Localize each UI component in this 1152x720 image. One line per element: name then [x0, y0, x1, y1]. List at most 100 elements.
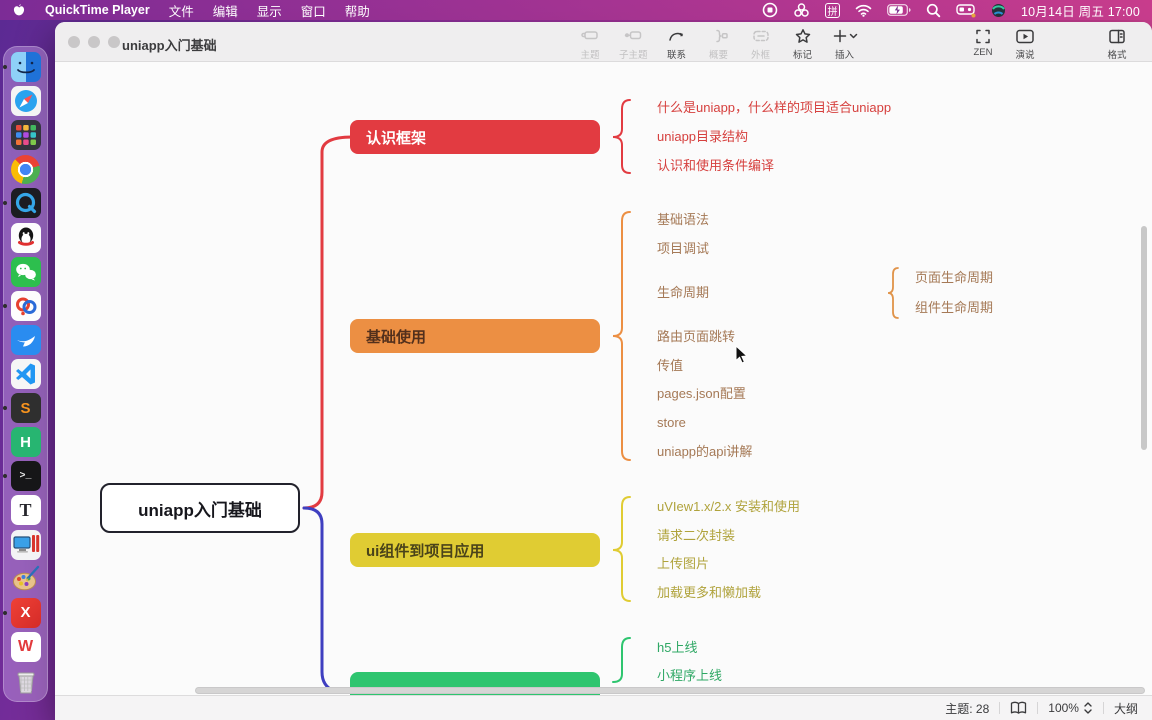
menu-edit[interactable]: 编辑: [213, 1, 238, 20]
subtopic[interactable]: 什么是uniapp，什么样的项目适合uniapp: [657, 99, 891, 117]
subtopic[interactable]: uniapp的api讲解: [657, 443, 752, 461]
subtopic[interactable]: uVIew1.x/2.x 安装和使用: [657, 498, 800, 516]
close-button[interactable]: [68, 36, 80, 48]
subtopic[interactable]: uniapp目录结构: [657, 128, 748, 146]
branch-topic-1[interactable]: 认识框架: [350, 120, 600, 154]
vertical-scrollbar[interactable]: [1141, 226, 1147, 450]
topic-count: 主题: 28: [945, 701, 990, 716]
window-title: uniapp入门基础: [122, 38, 217, 53]
toolbar-marker-button[interactable]: 标记: [790, 27, 816, 61]
menu-file[interactable]: 文件: [169, 1, 194, 20]
subtopic[interactable]: 传值: [657, 357, 683, 375]
insert-plus-icon: [833, 29, 857, 43]
subtopic[interactable]: 小程序上线: [657, 667, 722, 685]
menu-view[interactable]: 显示: [257, 1, 282, 20]
running-indicator: [2, 474, 7, 479]
spotlight-search-icon[interactable]: [926, 2, 941, 18]
pinyin-input-icon[interactable]: 拼: [824, 2, 840, 18]
format-panel-icon: [1109, 29, 1125, 44]
menu-window[interactable]: 窗口: [301, 1, 326, 20]
screen-mirroring-icon[interactable]: [793, 2, 810, 18]
subtopic[interactable]: 生命周期: [657, 284, 709, 302]
toolbar-topic-button[interactable]: 主题: [577, 27, 603, 61]
app-sphere-icon[interactable]: [991, 2, 1006, 18]
dock-safari[interactable]: [10, 86, 41, 117]
xmind-window: uniapp入门基础 主题 子主题 联系 概要 外框 标记 插入 ZEN 演说 …: [55, 22, 1152, 720]
subtopic[interactable]: 页面生命周期: [915, 269, 993, 287]
dock-paint[interactable]: [11, 564, 41, 594]
running-indicator: [2, 610, 7, 615]
toolbar-summary-button[interactable]: 概要: [706, 27, 732, 61]
toolbar-relationship-button[interactable]: 联系: [664, 27, 690, 61]
input-switcher-icon[interactable]: [956, 2, 976, 18]
toolbar-zen-button[interactable]: ZEN: [970, 27, 996, 61]
dock-xmind[interactable]: X: [2, 597, 41, 628]
mouse-cursor: [735, 345, 749, 364]
wifi-icon[interactable]: [855, 2, 872, 18]
toolbar-insert-button[interactable]: 插入: [832, 27, 858, 61]
subtopic[interactable]: 请求二次封装: [657, 527, 735, 545]
running-indicator: [2, 406, 7, 411]
mindmap-connectors: [302, 99, 899, 693]
dock-hbuilderx[interactable]: H: [10, 427, 41, 458]
zoom-control[interactable]: 100%: [1048, 701, 1093, 715]
subtopic[interactable]: h5上线: [657, 639, 697, 657]
map-overview-button[interactable]: [1010, 701, 1027, 715]
subtopic[interactable]: 项目调试: [657, 240, 709, 258]
window-titlebar: uniapp入门基础 主题 子主题 联系 概要 外框 标记 插入 ZEN 演说 …: [55, 22, 1152, 62]
branch-topic-3[interactable]: ui组件到项目应用: [350, 533, 600, 567]
dock-remote-loop-app[interactable]: [2, 290, 41, 321]
outline-toggle-button[interactable]: 大纲: [1114, 700, 1138, 717]
mindmap-canvas[interactable]: uniapp入门基础 认识框架 基础使用 ui组件到项目应用 什么是uniapp…: [55, 62, 1152, 695]
toolbar-pitch-button[interactable]: 演说: [1012, 27, 1038, 61]
horizontal-scrollbar[interactable]: [195, 687, 1145, 694]
toolbar-format-button[interactable]: 格式: [1104, 27, 1130, 61]
running-indicator: [2, 201, 7, 206]
subtopic[interactable]: 组件生命周期: [915, 299, 993, 317]
menu-bar: QuickTime Player 文件 编辑 显示 窗口 帮助 拼 10月14日…: [0, 0, 1152, 20]
menubar-app-name[interactable]: QuickTime Player: [45, 3, 150, 17]
menu-help[interactable]: 帮助: [345, 1, 370, 20]
dock-screen-sharing[interactable]: [10, 529, 41, 560]
summary-icon: [715, 29, 728, 43]
dock-typora[interactable]: T: [10, 495, 41, 526]
subtopic[interactable]: 加载更多和懒加载: [657, 584, 761, 602]
topic-icon: [581, 31, 598, 40]
boundary-icon: [752, 30, 769, 42]
battery-charging-icon[interactable]: [887, 2, 911, 18]
window-statusbar: 主题: 28 100% 大纲: [55, 695, 1152, 720]
dock-launchpad[interactable]: [10, 120, 41, 151]
dock-wechat[interactable]: [10, 256, 41, 287]
subtopic[interactable]: 认识和使用条件编译: [657, 157, 774, 175]
book-icon: [1011, 701, 1027, 714]
dock-wps[interactable]: W: [10, 631, 41, 662]
dock-dingtalk[interactable]: [10, 324, 41, 355]
dock-vscode[interactable]: [10, 358, 41, 389]
dock-finder[interactable]: [2, 52, 41, 82]
minimize-button[interactable]: [88, 36, 100, 48]
dock: S H >_ T X W: [2, 46, 48, 702]
zoom-stepper-icon: [1084, 702, 1092, 714]
subtopic[interactable]: 上传图片: [657, 555, 709, 573]
dock-qq[interactable]: [10, 222, 41, 253]
dock-chrome[interactable]: [11, 154, 41, 184]
subtopic[interactable]: pages.json配置: [657, 385, 746, 403]
running-indicator: [2, 303, 7, 308]
dock-terminal[interactable]: >_: [2, 461, 41, 492]
toolbar-boundary-button[interactable]: 外框: [748, 27, 774, 61]
dock-trash[interactable]: [11, 666, 41, 696]
apple-logo-icon[interactable]: [12, 2, 26, 18]
dock-quicktime[interactable]: [2, 188, 41, 219]
toolbar-subtopic-button[interactable]: 子主题: [619, 27, 648, 61]
branch-topic-2[interactable]: 基础使用: [350, 319, 600, 353]
subtopic[interactable]: 基础语法: [657, 211, 709, 229]
menubar-clock[interactable]: 10月14日 周五 17:00: [1021, 1, 1140, 20]
zoom-button[interactable]: [108, 36, 120, 48]
mindmap-root-topic[interactable]: uniapp入门基础: [100, 483, 300, 533]
subtopic[interactable]: 路由页面跳转: [657, 328, 735, 346]
relationship-icon: [668, 32, 683, 41]
stop-recording-icon[interactable]: [762, 2, 778, 18]
dock-sublime-text[interactable]: S: [2, 393, 41, 424]
pitch-play-icon: [1016, 29, 1034, 44]
subtopic[interactable]: store: [657, 414, 686, 432]
